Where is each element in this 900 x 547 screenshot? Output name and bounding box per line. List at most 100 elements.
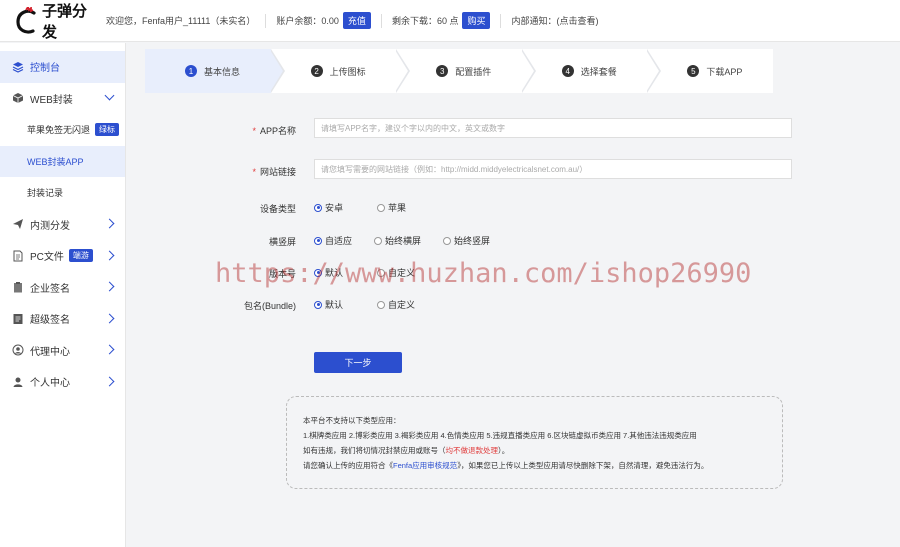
step-number: 3 [436,65,449,77]
sidebar-item-web-wrap-app[interactable]: WEB封装APP [0,145,125,177]
sidebar-item-pc-file[interactable]: PC文件 端游 [0,240,125,272]
bundle-label: 包名(Bundle) [243,301,296,311]
sidebar-item-dashboard[interactable]: 控制台 [0,51,125,83]
radio-selected-icon [314,300,322,309]
chevron-right-icon [104,344,115,355]
sidebar: 控制台 WEB封装 苹果免签无闪退 绿标 WEB封装APP 封装记录 内测分发 … [0,43,126,547]
device-type-group: 安卓 苹果 [314,201,428,214]
step-configure-plugins[interactable]: 3 配置插件 [396,49,536,93]
radio-empty-icon [377,300,386,309]
buy-button[interactable]: 购买 [462,12,491,29]
top-header: 子弹分发 欢迎您，Fenfa用户_11111（未实名） 账户余额：0.00 充值… [0,0,900,42]
bundle-group: 默认 自定义 [314,298,437,311]
badge-green-label: 绿标 [95,123,120,137]
step-number: 5 [687,65,700,77]
notice-text: 请您确认上传的应用符合《 [303,461,393,470]
sidebar-item-label: PC文件 [30,252,64,264]
radio-label: 自定义 [388,300,416,310]
divider [265,13,267,28]
chevron-down-icon [104,90,115,101]
downloads-label: 剩余下载：60 点 [391,16,459,26]
balance-label: 账户余额：0.00 [276,16,339,26]
restrictions-notice: 本平台不支持以下类型应用： 1.棋牌类应用 2.博彩类应用 3.褐彩类应用 4.… [286,396,783,489]
radio-bundle-default[interactable]: 默认 [314,298,343,311]
recharge-button[interactable]: 充值 [342,12,371,29]
radio-label: 自适应 [325,236,353,246]
downloads-info: 剩余下载：60 点 购买 [392,12,491,29]
sidebar-item-super-sign[interactable]: 超级签名 [0,303,125,335]
notice-line-3: 请您确认上传的应用符合《Fenfa应用审核规范》，如果您已上传以上类型应用请尽快… [303,458,766,473]
sidebar-item-apple-free-sign[interactable]: 苹果免签无闪退 绿标 [0,114,125,146]
step-label: 下载APP [706,66,743,77]
logo[interactable]: 子弹分发 [0,0,100,42]
sidebar-item-label: 个人中心 [30,378,70,390]
chevron-right-icon [104,218,115,229]
sidebar-item-label: 内测分发 [30,220,70,232]
next-step-button[interactable]: 下一步 [314,352,402,373]
sidebar-item-beta-distribution[interactable]: 内测分发 [0,209,125,241]
radio-empty-icon [377,203,386,212]
review-guidelines-link[interactable]: Fenfa应用审核规范 [393,461,457,470]
device-type-label: 设备类型 [259,204,296,214]
app-name-input[interactable]: 请填写APP名字，建议个字以内的中文，英文或数字 [314,118,792,138]
sidebar-item-personal-center[interactable]: 个人中心 [0,366,125,398]
internal-notice-link[interactable]: 内部通知：(点击查看) [511,14,598,27]
user-icon [12,376,24,388]
file-icon [12,250,24,262]
radio-adaptive[interactable]: 自适应 [314,234,352,247]
sidebar-item-label: 苹果免签无闪退 [27,125,91,136]
step-arrow [520,49,536,93]
logo-text: 子弹分发 [42,1,88,41]
welcome-text: 欢迎您，Fenfa用户_11111（未实名） [106,16,256,26]
required-mark: * [252,167,256,177]
orientation-group: 自适应 始终横屏 始终竖屏 [314,234,512,247]
website-url-input[interactable]: 请您填写需要的网站链接（例如：http://midd.middyelectric… [314,159,792,179]
sidebar-item-enterprise-sign[interactable]: 企业签名 [0,272,125,304]
radio-ios[interactable]: 苹果 [377,201,406,214]
radio-selected-icon [314,203,322,212]
required-mark: * [252,126,256,136]
notice-title: 本平台不支持以下类型应用： [303,416,401,425]
step-upload-icon[interactable]: 2 上传图标 [271,49,411,93]
radio-bundle-custom[interactable]: 自定义 [377,298,415,311]
step-label: 配置插件 [455,66,492,77]
radio-always-landscape[interactable]: 始终横屏 [374,234,421,247]
radio-label: 苹果 [388,203,407,213]
divider [380,13,382,28]
watermark-text: https://www.huzhan.com/ishop26990 [215,258,752,289]
notice-text: ）。 [498,446,510,455]
orientation-label: 横竖屏 [268,237,296,247]
step-download-app[interactable]: 5 下载APP [647,49,773,93]
sidebar-item-web-wrap[interactable]: WEB封装 [0,83,125,115]
certificate-icon [12,313,24,325]
chevron-right-icon [104,281,115,292]
step-number: 1 [185,65,197,77]
step-arrow [395,49,411,93]
divider [500,13,502,28]
balance-info: 账户余额：0.00 充值 [276,12,371,29]
step-basic-info[interactable]: 1 基本信息 [145,49,285,93]
radio-always-portrait[interactable]: 始终竖屏 [443,234,490,247]
radio-label: 默认 [325,300,344,310]
radio-empty-icon [443,236,452,245]
notice-text: 》，如果您已上传以上类型应用请尽快删除下架，自然清理，避免违法行为。 [457,461,709,470]
wizard-steps: 1 基本信息 2 上传图标 3 配置插件 4 选择套餐 5 下载APP [145,49,773,93]
sidebar-item-agent-center[interactable]: 代理中心 [0,335,125,367]
box-icon [12,92,24,104]
radio-label: 始终竖屏 [454,236,491,246]
step-arrow [646,49,662,93]
sidebar-item-label: 超级签名 [30,315,70,327]
sidebar-item-label: 封装记录 [27,188,64,199]
sidebar-item-label: 代理中心 [30,346,70,358]
step-select-package[interactable]: 4 选择套餐 [522,49,662,93]
step-label: 选择套餐 [580,66,617,77]
notice-line-1: 1.棋牌类应用 2.博彩类应用 3.褐彩类应用 4.色情类应用 5.违规直播类应… [303,431,697,440]
chevron-right-icon [104,250,115,261]
agent-icon [12,344,24,356]
step-number: 4 [561,65,574,77]
sidebar-item-wrap-records[interactable]: 封装记录 [0,177,125,209]
badge-pc-game: 端游 [68,249,93,263]
radio-android[interactable]: 安卓 [314,201,343,214]
app-form: * APP名称 请填写APP名字，建议个字以内的中文，英文或数字 * 网站链接 请您… [126,100,900,547]
notice-warning-text: 均不做退款处理 [445,446,499,455]
